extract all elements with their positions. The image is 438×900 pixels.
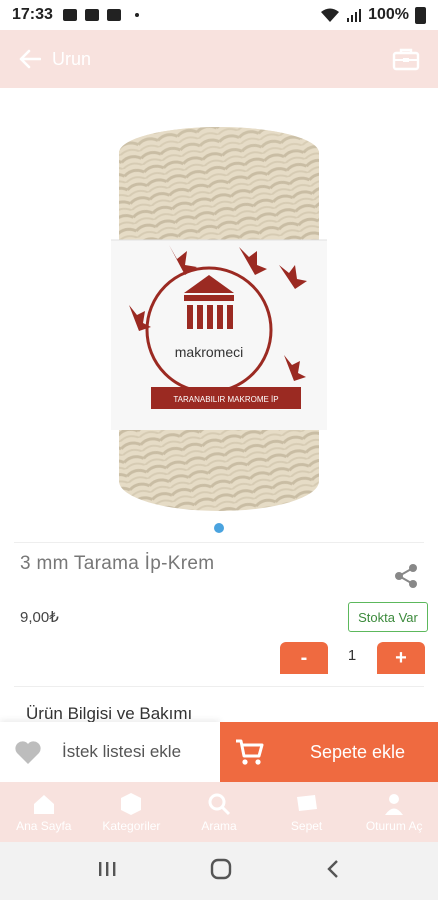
quantity-value[interactable]: 1	[330, 647, 374, 664]
image-ribbon-text: TARANABILIR MAKROME İP	[173, 395, 278, 404]
nav-search[interactable]: Arama	[175, 782, 263, 842]
share-icon	[395, 564, 417, 588]
arrow-left-icon	[19, 49, 41, 69]
nav-home[interactable]: Ana Sayfa	[0, 782, 88, 842]
more-notifications-icon	[134, 13, 139, 17]
app-notification-icon	[106, 9, 121, 21]
quantity-decrease-button[interactable]: -	[280, 642, 328, 674]
divider	[14, 686, 424, 687]
add-to-cart-button[interactable]: Sepete ekle	[220, 722, 438, 782]
nav-categories-label: Kategoriler	[102, 818, 161, 833]
wifi-icon	[321, 8, 340, 22]
notification-icons	[62, 9, 139, 21]
home-circle-icon	[210, 858, 232, 879]
carousel-indicator[interactable]	[214, 523, 224, 533]
product-image-carousel[interactable]: makromeci TARANABILIR MAKROME İP	[0, 92, 438, 537]
chevron-left-icon	[327, 859, 339, 878]
wishlist-label: İstek listesi ekle	[62, 742, 182, 761]
cart-icon	[294, 792, 320, 816]
yarn-spool-image: makromeci TARANABILIR MAKROME İP	[111, 126, 327, 511]
app-bar: Urun	[0, 30, 438, 88]
system-navigation-bar	[0, 842, 438, 900]
quantity-increase-button[interactable]: +	[377, 642, 425, 674]
stock-badge: Stokta Var	[348, 602, 428, 632]
nav-cart[interactable]: Sepet	[263, 782, 351, 842]
back-button[interactable]	[16, 45, 44, 73]
divider	[14, 542, 424, 543]
cart-shortcut-button[interactable]	[390, 43, 422, 75]
product-price: 9,00₺	[20, 609, 59, 626]
battery-percent: 100%	[368, 6, 409, 23]
nav-login[interactable]: Oturum Aç	[350, 782, 438, 842]
cart-icon	[236, 739, 264, 765]
image-brand-text: makromeci	[175, 344, 243, 360]
nav-login-label: Oturum Aç	[365, 818, 423, 833]
user-icon	[381, 792, 407, 816]
battery-icon	[415, 6, 426, 24]
share-button[interactable]	[392, 562, 420, 590]
page-title: Urun	[52, 48, 92, 69]
system-back-button[interactable]	[325, 859, 341, 884]
recent-apps-button[interactable]	[97, 860, 117, 883]
search-icon	[206, 792, 232, 816]
bag-notification-icon	[84, 9, 99, 21]
bottom-navigation: Ana Sayfa Kategoriler Arama Sepet Oturum…	[0, 782, 438, 842]
product-name: 3 mm Tarama İp-Krem	[20, 553, 215, 574]
add-to-cart-label: Sepete ekle	[310, 741, 406, 762]
signal-icon	[347, 9, 362, 22]
gallery-notification-icon	[62, 9, 77, 21]
nav-home-label: Ana Sayfa	[16, 818, 72, 833]
status-time: 17:33	[12, 6, 53, 23]
home-icon	[31, 792, 57, 816]
status-right: 100%	[320, 6, 426, 24]
product-info-heading[interactable]: Ürün Bilgisi ve Bakımı	[26, 704, 192, 724]
nav-categories[interactable]: Kategoriler	[88, 782, 176, 842]
add-to-wishlist-button[interactable]: İstek listesi ekle	[0, 722, 220, 782]
shopping-bag-icon	[392, 48, 420, 71]
recent-apps-icon	[98, 861, 116, 876]
status-bar: 17:33 100%	[0, 0, 438, 30]
home-system-button[interactable]	[210, 858, 232, 885]
categories-icon	[118, 792, 144, 816]
nav-search-label: Arama	[201, 818, 237, 833]
nav-cart-label: Sepet	[290, 818, 323, 833]
heart-icon	[15, 741, 41, 764]
